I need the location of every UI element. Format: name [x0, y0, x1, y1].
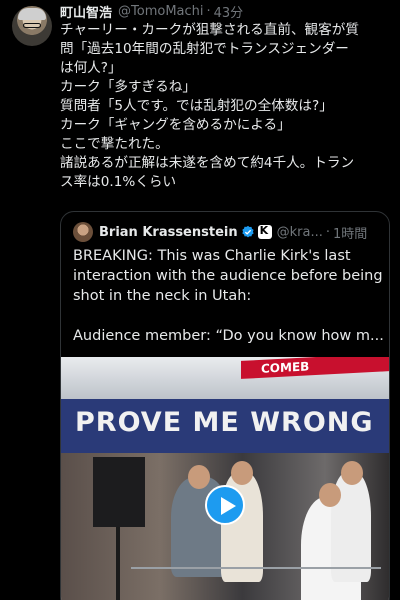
fence-rail [131, 567, 381, 569]
avatar-glasses [23, 23, 41, 28]
quoted-text-line [73, 306, 385, 326]
person-head [319, 483, 341, 507]
quoted-handle[interactable]: @kra... [277, 225, 323, 240]
quoted-text-line: Audience member: “Do you know how m... [73, 328, 384, 344]
quoted-tweet-header: Brian Krassenstein @kra... · 1時間 [73, 221, 381, 243]
tweet-text-line: カーク「多すぎるね」 [60, 79, 196, 95]
tweet-header: 町山智浩 @TomoMachi · 43分 [60, 2, 392, 21]
tweet-text-line: チャーリー・カークが狙撃される直前、観客が質 [60, 22, 359, 38]
quoted-tweet-text: BREAKING: This was Charlie Kirk's last i… [73, 246, 385, 346]
tweet[interactable]: 町山智浩 @TomoMachi · 43分 チャーリー・カークが狙撃される直前、… [0, 0, 400, 600]
speaker-stand [116, 527, 120, 600]
separator: · [206, 3, 211, 19]
tweet-text-line: 質問者「5人です。では乱射犯の全体数は?」 [60, 98, 333, 114]
video-thumbnail[interactable]: COMEB PROVE ME WRONG [61, 357, 389, 600]
quoted-display-name[interactable]: Brian Krassenstein [99, 225, 238, 240]
person-head [341, 461, 363, 485]
tweet-text-line: カーク「ギャングを含めるかによる」 [60, 117, 291, 133]
tweet-text-line: 諸説あるが正解は未遂を含めて約4千人。トラン [60, 155, 355, 171]
tweet-text: チャーリー・カークが狙撃される直前、観客が質 問「過去10年間の乱射犯でトランス… [60, 21, 395, 192]
banner-text: PROVE ME WRONG [75, 407, 374, 438]
verified-badge-icon [241, 225, 254, 238]
separator: · [325, 224, 331, 240]
affiliate-badge-icon [257, 224, 272, 239]
person-head [231, 461, 253, 485]
tweet-text-line: は何人?」 [60, 60, 122, 76]
speaker-box [93, 457, 145, 527]
person-head [188, 465, 210, 489]
tweet-text-line: ス率は0.1%くらい [60, 174, 177, 190]
quoted-text-line: BREAKING: This was Charlie Kirk's last [73, 248, 351, 264]
quoted-text-line: interaction with the audience before bei… [73, 268, 383, 284]
quoted-text-line: shot in the neck in Utah: [73, 288, 252, 304]
tweet-text-line: ここで撃たれた。 [60, 136, 169, 152]
user-handle[interactable]: @TomoMachi [118, 4, 203, 19]
tweet-text-line: 問「過去10年間の乱射犯でトランスジェンダー [60, 41, 349, 57]
quoted-timestamp[interactable]: 1時間 [333, 223, 367, 242]
avatar-hat [18, 8, 46, 20]
display-name[interactable]: 町山智浩 [60, 2, 112, 21]
avatar[interactable] [12, 6, 52, 46]
play-icon[interactable] [205, 485, 245, 525]
quoted-tweet[interactable]: Brian Krassenstein @kra... · 1時間 BREAKIN… [60, 211, 390, 600]
quoted-avatar[interactable] [73, 222, 93, 242]
timestamp[interactable]: 43分 [214, 2, 244, 21]
